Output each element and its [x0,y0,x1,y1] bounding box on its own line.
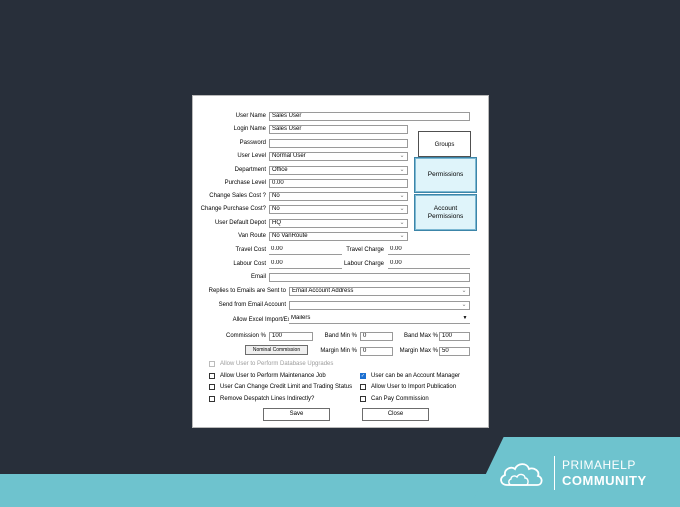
send-from-label: Send from Email Account [218,302,286,308]
labour-cost-label: Labour Cost [233,261,266,267]
travel-charge-input[interactable]: 0.00 [388,246,470,255]
user-default-depot-label: User Default Depot [214,220,266,226]
labour-charge-input[interactable]: 0.00 [388,260,470,269]
band-max-label: Band Max % [403,333,438,339]
login-name-label: Login Name [233,126,266,132]
purchase-level-label: Purchase Level [224,180,266,186]
labour-charge-label: Labour Charge [343,261,384,267]
pay-commission-label: Can Pay Commission [371,396,429,402]
commission-input[interactable]: 100 [269,332,313,341]
allow-excel-value: Mailers [291,315,311,321]
van-route-select[interactable]: No VanRoute ⌄ [269,232,408,241]
email-input[interactable] [269,273,470,282]
chevron-down-icon: ⌄ [399,233,405,239]
triangle-down-icon: ▼ [462,315,468,321]
travel-cost-input[interactable]: 0.00 [269,246,342,255]
van-route-value: No VanRoute [272,233,308,239]
checkbox-box[interactable] [209,396,215,402]
permissions-button[interactable]: Permissions [414,157,477,193]
chevron-down-icon: ⌄ [461,302,467,308]
labour-cost-input[interactable]: 0.00 [269,260,342,269]
replies-to-select[interactable]: Email Account Address ⌄ [289,287,470,296]
commission-label: Commission % [225,333,266,339]
password-input[interactable] [269,139,408,148]
checkbox-box[interactable] [360,384,366,390]
user-default-depot-select[interactable]: HQ ⌄ [269,219,408,228]
user-level-value: Normal User [272,153,306,159]
checkbox-box [209,361,215,367]
nominal-commission-button[interactable]: Nominal Commission [245,345,308,355]
account-manager-checkbox[interactable]: ✓ User can be an Account Manager [360,372,460,380]
purchase-level-input[interactable]: 0.00 [269,179,408,188]
margin-min-label: Margin Min % [320,348,357,354]
user-level-select[interactable]: Normal User ⌄ [269,152,408,161]
checkbox-box[interactable] [360,396,366,402]
user-default-depot-value: HQ [272,220,281,226]
change-sales-cost-value: No [272,193,280,199]
import-publication-label: Allow User to Import Publication [371,384,457,390]
travel-cost-label: Travel Cost [235,247,266,253]
import-publication-checkbox[interactable]: Allow User to Import Publication [360,383,456,391]
margin-min-input[interactable]: 0 [360,347,393,356]
chevron-down-icon: ⌄ [399,167,405,173]
login-name-input[interactable]: Sales User [269,125,408,134]
save-button[interactable]: Save [263,408,330,421]
margin-max-input[interactable]: 50 [439,347,470,356]
replies-to-value: Email Account Address [292,288,354,294]
brand-divider [554,456,555,490]
checkbox-box[interactable] [209,373,215,379]
change-purchase-cost-select[interactable]: No ⌄ [269,205,408,214]
account-manager-label: User can be an Account Manager [371,373,461,379]
band-min-input[interactable]: 0 [360,332,393,341]
maintenance-job-checkbox[interactable]: Allow User to Perform Maintenance Job [209,372,326,380]
user-level-label: User Level [237,153,266,159]
band-min-label: Band Min % [324,333,357,339]
db-upgrades-label: Allow User to Perform Database Upgrades [220,361,334,367]
db-upgrades-checkbox: Allow User to Perform Database Upgrades [209,360,333,368]
user-name-input[interactable]: Sales User [269,112,470,121]
travel-charge-label: Travel Charge [346,247,384,253]
brand-line1: PRIMAHELP [562,458,636,472]
department-label: Department [234,167,266,173]
change-purchase-cost-label: Change Purchase Cost? [200,206,266,212]
despatch-lines-checkbox[interactable]: Remove Despatch Lines Indirectly? [209,395,314,403]
send-from-select[interactable]: ⌄ [289,301,470,310]
brand-line2: COMMUNITY [562,473,647,488]
user-name-label: User Name [235,113,266,119]
cloud-icon [500,463,543,486]
van-route-label: Van Route [238,233,266,239]
change-purchase-cost-value: No [272,206,280,212]
email-label: Email [250,274,266,280]
change-sales-cost-select[interactable]: No ⌄ [269,192,408,201]
credit-limit-label: User Can Change Credit Limit and Trading… [220,384,353,390]
allow-excel-select[interactable]: Mailers ▼ [289,315,470,324]
change-sales-cost-label: Change Sales Cost ? [209,193,266,199]
pay-commission-checkbox[interactable]: Can Pay Commission [360,395,429,403]
despatch-lines-label: Remove Despatch Lines Indirectly? [220,396,315,402]
band-max-input[interactable]: 100 [439,332,470,341]
chevron-down-icon: ⌄ [399,220,405,226]
chevron-down-icon: ⌄ [461,288,467,294]
account-permissions-button[interactable]: Account Permissions [414,194,477,231]
credit-limit-checkbox[interactable]: User Can Change Credit Limit and Trading… [209,383,352,391]
chevron-down-icon: ⌄ [399,193,405,199]
department-value: Office [272,167,288,173]
brand-logo: PRIMAHELP COMMUNITY [498,452,676,496]
replies-to-label: Replies to Emails are Sent to [208,288,286,294]
department-select[interactable]: Office ⌄ [269,166,408,175]
checkbox-box[interactable] [209,384,215,390]
user-details-dialog: User Name Sales User Login Name Sales Us… [192,95,489,428]
close-button[interactable]: Close [362,408,429,421]
password-label: Password [239,140,266,146]
margin-max-label: Margin Max % [399,348,438,354]
maintenance-job-label: Allow User to Perform Maintenance Job [220,373,326,379]
groups-button[interactable]: Groups [418,131,471,157]
chevron-down-icon: ⌄ [399,206,405,212]
chevron-down-icon: ⌄ [399,153,405,159]
check-icon[interactable]: ✓ [360,373,366,379]
